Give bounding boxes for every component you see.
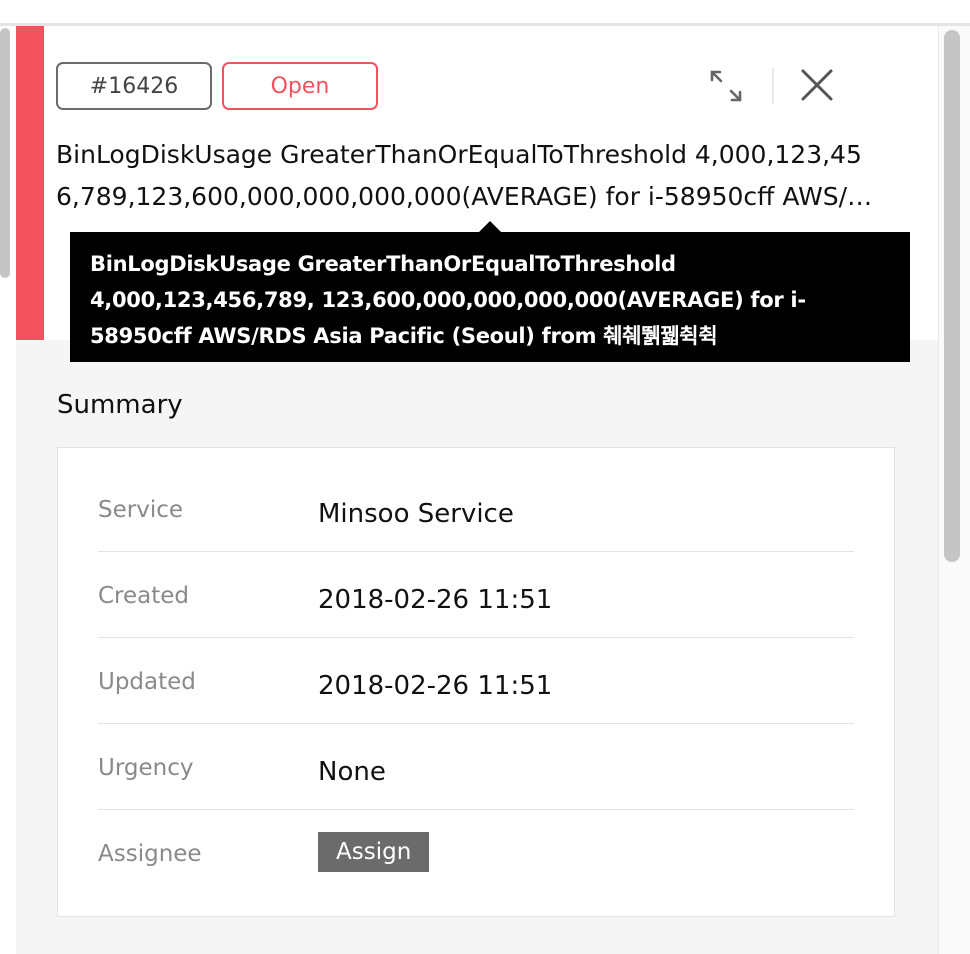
- urgency-value: None: [318, 757, 386, 787]
- expand-icon: [710, 70, 742, 102]
- close-button[interactable]: [794, 62, 840, 108]
- row-label: Assignee: [98, 841, 202, 867]
- row-label: Updated: [98, 669, 196, 695]
- title-tooltip: BinLogDiskUsage GreaterThanOrEqualToThre…: [70, 232, 910, 362]
- summary-row-created: Created 2018-02-26 11:51: [98, 552, 854, 638]
- status-accent-bar: [16, 26, 44, 340]
- incident-id-badge: #16426: [56, 62, 212, 110]
- summary-heading: Summary: [57, 390, 183, 420]
- close-icon: [801, 69, 833, 101]
- updated-value: 2018-02-26 11:51: [318, 671, 553, 701]
- top-strip: [0, 0, 970, 26]
- summary-row-updated: Updated 2018-02-26 11:51: [98, 638, 854, 724]
- assign-button[interactable]: Assign: [318, 832, 430, 872]
- right-scrollbar-thumb[interactable]: [944, 30, 960, 562]
- row-label: Created: [98, 583, 190, 609]
- incident-title[interactable]: BinLogDiskUsage GreaterThanOrEqualToThre…: [56, 134, 880, 218]
- summary-row-service: Service Minsoo Service: [98, 466, 854, 552]
- summary-row-urgency: Urgency None: [98, 724, 854, 810]
- created-value: 2018-02-26 11:51: [318, 585, 553, 615]
- header-divider: [772, 68, 774, 104]
- summary-card: Service Minsoo Service Created 2018-02-2…: [57, 447, 895, 917]
- status-badge: Open: [222, 62, 378, 110]
- left-scrollbar-thumb[interactable]: [0, 28, 10, 278]
- expand-button[interactable]: [704, 64, 748, 108]
- row-label: Urgency: [98, 755, 194, 781]
- service-value: Minsoo Service: [318, 499, 514, 529]
- summary-row-assignee: Assignee Assign: [98, 810, 854, 896]
- row-label: Service: [98, 497, 184, 523]
